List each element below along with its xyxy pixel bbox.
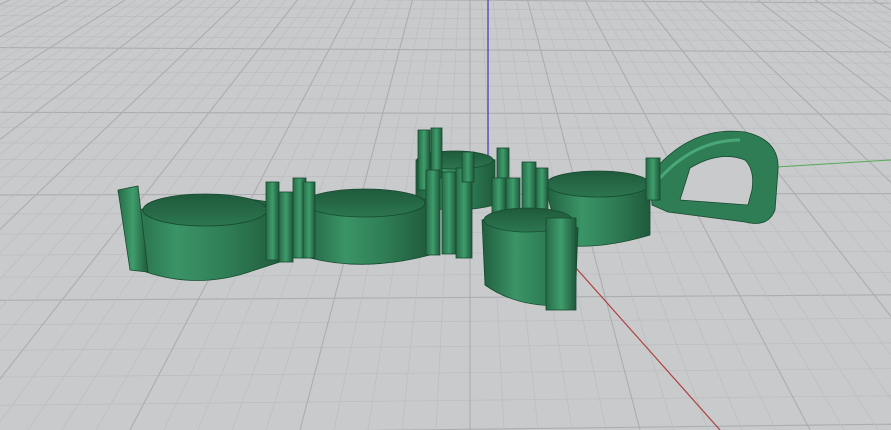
grid-line [884,0,891,5]
green-cookie-cutter-model[interactable] [117,127,779,311]
grid-line [362,423,891,430]
grid-line [826,0,891,41]
3d-viewport[interactable] [0,0,891,430]
grid-line [849,0,891,25]
grid-line [0,368,891,378]
x-axis-line [559,249,721,430]
ring-segment-left [117,185,286,281]
grid-line [0,317,891,326]
grid-line [0,342,891,351]
grid-line [872,0,891,11]
grid-line [0,0,79,45]
ring-segment-front [481,207,579,311]
grid-line [0,111,891,115]
ring-segment-middle-left [299,188,431,265]
grid-line [757,0,891,103]
grid-line [0,0,91,53]
grid-line [838,0,891,32]
grid-line [0,126,891,129]
grid-line [0,0,114,71]
grid-line [0,0,33,17]
grid-line [768,0,891,91]
connector-posts-left [265,177,316,263]
viewport-canvas[interactable] [0,0,891,430]
grid-line [0,294,891,301]
grid-line [0,97,891,101]
hanging-loop [645,130,779,224]
grid-line [803,0,891,59]
grid-line [0,395,891,406]
